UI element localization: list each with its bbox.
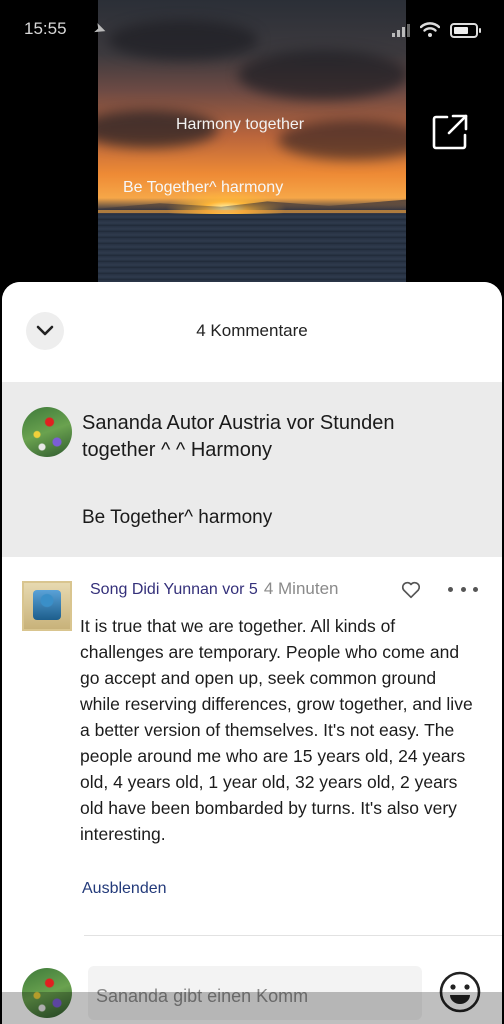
- comment-text: It is true that we are together. All kin…: [80, 616, 473, 844]
- comment-meta: Song Didi Yunnan vor 5 4 Minuten: [90, 579, 339, 599]
- signal-icon: [392, 23, 410, 37]
- hide-replies-link[interactable]: Ausblenden: [82, 880, 167, 898]
- avatar: [22, 968, 72, 1018]
- comment-input-bar: Sananda gibt einen Komm: [2, 960, 502, 1024]
- avatar[interactable]: [22, 407, 72, 457]
- more-dots-icon[interactable]: [448, 577, 478, 601]
- sheet-header: 4 Kommentare: [2, 282, 502, 382]
- post-header-text: Sananda Autor Austria vor Stunden togeth…: [82, 412, 395, 461]
- comment-author[interactable]: Song Didi Yunnan vor 5: [90, 581, 258, 598]
- wifi-icon: [420, 22, 440, 37]
- comments-count-title: 4 Kommentare: [196, 321, 308, 340]
- share-external-icon[interactable]: [432, 114, 468, 150]
- emoji-smile-icon[interactable]: [438, 970, 482, 1014]
- battery-icon: [450, 22, 481, 38]
- video-overlay-text: Harmony together: [176, 116, 305, 133]
- heart-outline-icon[interactable]: [400, 579, 422, 601]
- video-overlay-caption: Be Together^ harmony: [123, 179, 284, 196]
- comment-item: Song Didi Yunnan vor 5 4 Minuten It is tr…: [2, 557, 502, 937]
- divider: [84, 935, 502, 936]
- location-arrow-icon: ➤: [91, 19, 109, 40]
- comment-input[interactable]: Sananda gibt einen Komm: [88, 966, 422, 1020]
- comments-sheet: 4 Kommentare Sananda Autor Austria vor S…: [2, 282, 502, 1024]
- status-bar: 15:55 ➤: [0, 0, 504, 60]
- avatar[interactable]: [22, 581, 72, 631]
- original-post: Sananda Autor Austria vor Stunden togeth…: [2, 382, 502, 557]
- post-body-text: Be Together^ harmony: [82, 507, 273, 528]
- status-icons: [392, 22, 481, 38]
- comment-time: 4 Minuten: [263, 579, 339, 598]
- status-time: 15:55: [24, 19, 67, 38]
